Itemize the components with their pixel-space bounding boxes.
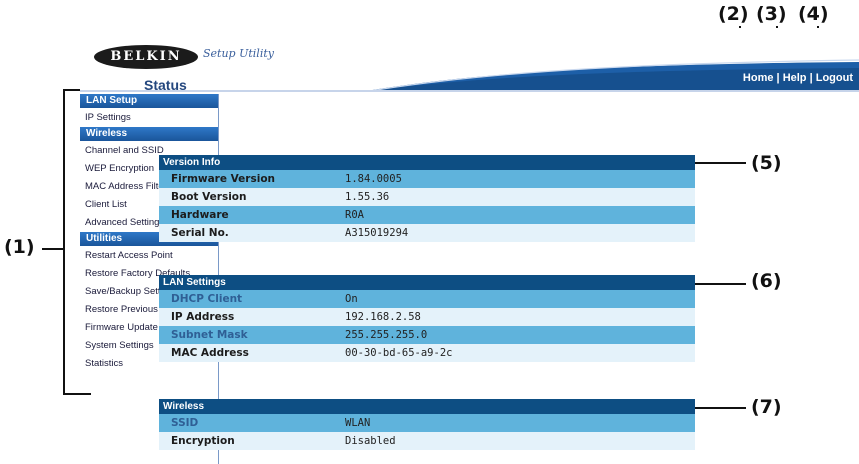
link-separator: |	[776, 72, 780, 84]
row-value: A315019294	[345, 227, 409, 239]
row-value: 1.84.0005	[345, 173, 402, 185]
row-value: Disabled	[345, 435, 396, 447]
table-row: MAC Address 00-30-bd-65-a9-2c	[159, 344, 695, 362]
setup-utility-tagline: Setup Utility	[203, 47, 274, 60]
row-value: 00-30-bd-65-a9-2c	[345, 347, 453, 359]
row-label: Serial No.	[171, 227, 229, 239]
help-link[interactable]: Help	[783, 72, 807, 84]
row-value: WLAN	[345, 417, 371, 429]
row-label: SSID	[171, 417, 199, 429]
callout-1: (1)	[4, 236, 35, 258]
row-value: On	[345, 293, 358, 305]
table-row: Subnet Mask 255.255.255.0	[159, 326, 695, 344]
row-value: 255.255.255.0	[345, 329, 428, 341]
panel-title: Wireless	[159, 399, 695, 414]
callout-3: (3)	[756, 3, 787, 25]
row-label: Subnet Mask	[171, 329, 248, 341]
table-row: Firmware Version 1.84.0005	[159, 170, 695, 188]
lan-settings-panel: LAN Settings DHCP Client On IP Address 1…	[159, 275, 695, 362]
sidebar-section-lan-setup: LAN Setup	[80, 94, 218, 108]
callout-2: (2)	[718, 3, 749, 25]
panel-title: Version Info	[159, 155, 695, 170]
row-value: 1.55.36	[345, 191, 390, 203]
table-row: IP Address 192.168.2.58	[159, 308, 695, 326]
wireless-panel: Wireless SSID WLAN Encryption Disabled	[159, 399, 695, 450]
version-info-panel: Version Info Firmware Version 1.84.0005 …	[159, 155, 695, 242]
callout-4: (4)	[798, 3, 829, 25]
page-title: Status	[144, 77, 187, 93]
panel-title: LAN Settings	[159, 275, 695, 290]
row-label: Firmware Version	[171, 173, 276, 185]
top-links: Home | Help | Logout	[743, 72, 853, 84]
row-label: Boot Version	[171, 191, 247, 203]
home-link[interactable]: Home	[743, 72, 774, 84]
table-row: Encryption Disabled	[159, 432, 695, 450]
row-label: Encryption	[171, 435, 235, 447]
header-divider	[80, 90, 859, 92]
row-value: 192.168.2.58	[345, 311, 421, 323]
belkin-logo: BELKIN	[94, 45, 198, 69]
logout-link[interactable]: Logout	[816, 72, 853, 84]
row-value: R0A	[345, 209, 364, 221]
sidebar-item-restart-ap[interactable]: Restart Access Point	[80, 247, 218, 265]
table-row: Serial No. A315019294	[159, 224, 695, 242]
sidebar-section-wireless: Wireless	[80, 127, 218, 141]
table-row: SSID WLAN	[159, 414, 695, 432]
header: BELKIN Setup Utility Home | Help | Logou…	[80, 28, 859, 92]
table-row: Boot Version 1.55.36	[159, 188, 695, 206]
callout-1-bracket	[63, 89, 65, 394]
link-separator: |	[809, 72, 813, 84]
row-label: DHCP Client	[171, 293, 243, 305]
callout-1-line	[42, 248, 64, 250]
table-row: DHCP Client On	[159, 290, 695, 308]
sidebar-item-ip-settings[interactable]: IP Settings	[80, 109, 218, 127]
row-label: Hardware	[171, 209, 229, 221]
row-label: MAC Address	[171, 347, 249, 359]
row-label: IP Address	[171, 311, 235, 323]
table-row: Hardware R0A	[159, 206, 695, 224]
